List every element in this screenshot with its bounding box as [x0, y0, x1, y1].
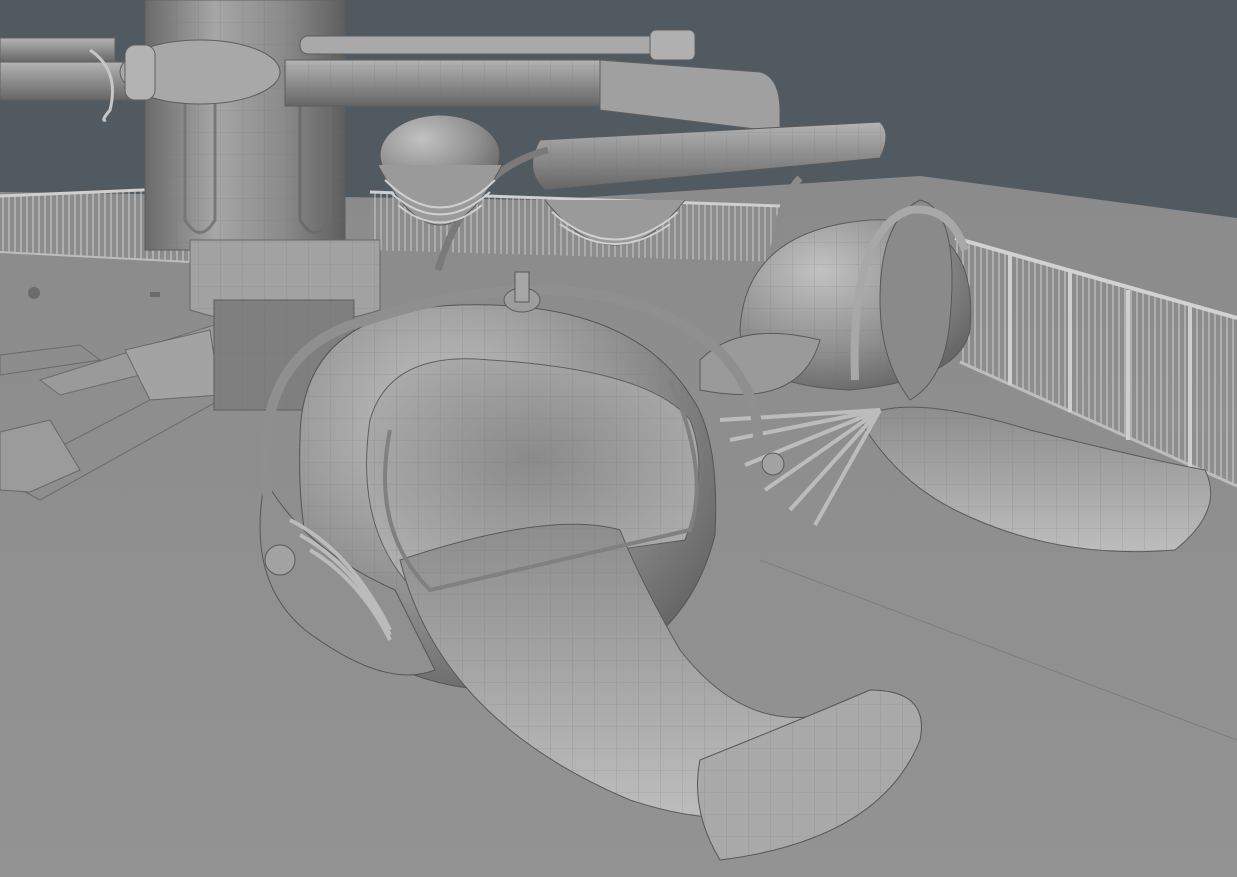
3d-viewport[interactable]	[0, 0, 1237, 877]
debris-object	[28, 287, 40, 299]
debris-object	[150, 292, 160, 297]
viewport-canvas[interactable]	[0, 0, 1237, 877]
